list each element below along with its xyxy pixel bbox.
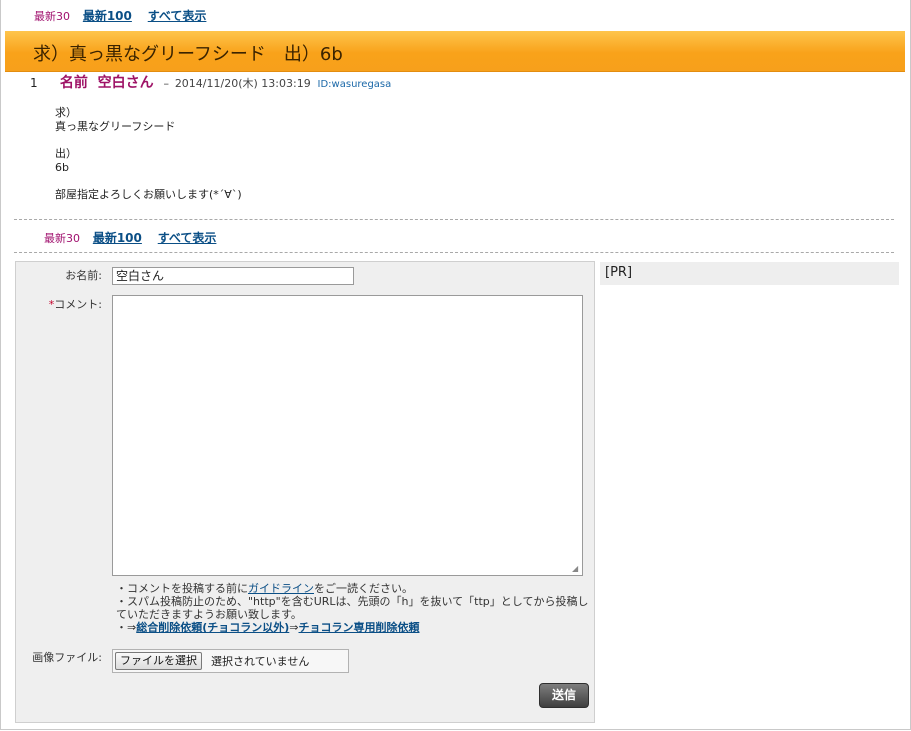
post-header: 1 名前 空白さん – 2014/11/20(木) 13:03:19 ID:wa…	[30, 72, 391, 92]
note-deletion: ・⇒総合削除依頼(チョコラン以外)⇒チョコラン専用削除依頼	[116, 621, 596, 634]
post-author-name: 空白さん	[97, 75, 154, 91]
form-notes: ・コメントを投稿する前にガイドラインをご一読ください。 ・スパム投稿防止のため、…	[116, 582, 596, 634]
pr-panel: [PR]	[600, 262, 899, 285]
guideline-link[interactable]: ガイドライン	[248, 582, 314, 595]
post-line: 出）	[55, 147, 77, 160]
name-label: お名前:	[65, 269, 102, 282]
nav-latest30-current: 最新30	[34, 10, 70, 23]
chocoran-deletion-request-link[interactable]: チョコラン専用削除依頼	[299, 621, 420, 634]
note-text: ⇒	[289, 621, 299, 634]
note-text: をご一読ください。	[314, 582, 413, 595]
post-name-label: 名前	[59, 75, 88, 91]
post-line: 部屋指定よろしくお願いします(*´∀`)	[55, 188, 242, 201]
thread-title: 求）真っ黒なグリーフシード 出）6b	[33, 44, 343, 65]
post-number: 1	[30, 76, 38, 90]
post-paragraph-offer: 出） 6b	[55, 147, 242, 175]
divider	[14, 219, 894, 220]
nav-latest100-link[interactable]: 最新100	[93, 231, 142, 245]
post-line: 真っ黒なグリーフシード	[55, 120, 176, 133]
general-deletion-request-link[interactable]: 総合削除依頼(チョコラン以外)	[136, 621, 289, 634]
nav-latest30-current: 最新30	[44, 232, 80, 245]
resize-grip-icon[interactable]: ◢	[572, 565, 580, 573]
post-line: 求）	[55, 106, 77, 119]
reply-form: お名前: 空白さん *コメント: ◢ ・コメントを投稿する前にガイドラインをご一…	[15, 261, 595, 723]
post-paragraph-request: 求） 真っ黒なグリーフシード	[55, 106, 242, 134]
comment-label: *コメント:	[16, 296, 102, 312]
nav-show-all-link[interactable]: すべて表示	[158, 231, 217, 245]
thread-nav-top: 最新30 最新100 すべて表示	[34, 7, 218, 24]
post-body: 求） 真っ黒なグリーフシード 出） 6b 部屋指定よろしくお願いします(*´∀`…	[55, 106, 242, 215]
note-spam: ・スパム投稿防止のため、"http"を含むURLは、先頭の「h」を抜いて「ttp…	[116, 595, 589, 621]
thread-title-bar: 求）真っ黒なグリーフシード 出）6b	[5, 31, 905, 72]
note-text: ・⇒	[116, 621, 137, 634]
post-separator: –	[163, 77, 169, 90]
thread-nav-bottom: 最新30 最新100 すべて表示	[44, 229, 228, 246]
note-guideline: ・コメントを投稿する前にガイドラインをご一読ください。	[116, 582, 596, 595]
name-input[interactable]: 空白さん	[112, 267, 354, 285]
post-id: ID:wasuregasa	[317, 79, 392, 90]
divider	[14, 252, 894, 253]
comment-textarea[interactable]: ◢	[112, 295, 583, 576]
file-status: 選択されていません	[211, 655, 310, 668]
post-date: 2014/11/20(木) 13:03:19	[174, 77, 311, 90]
post-paragraph-closing: 部屋指定よろしくお願いします(*´∀`)	[55, 188, 242, 202]
image-file-label: 画像ファイル:	[32, 651, 102, 664]
pr-label: [PR]	[605, 265, 633, 280]
nav-latest100-link[interactable]: 最新100	[83, 9, 132, 23]
submit-button[interactable]: 送信	[539, 683, 589, 708]
choose-file-button[interactable]: ファイルを選択	[115, 652, 202, 670]
image-file-input[interactable]: ファイルを選択 選択されていません	[112, 649, 349, 673]
post-line: 6b	[55, 161, 69, 174]
note-text: ・コメントを投稿する前に	[116, 582, 248, 595]
comment-label-text: コメント:	[54, 298, 102, 311]
nav-show-all-link[interactable]: すべて表示	[148, 9, 207, 23]
